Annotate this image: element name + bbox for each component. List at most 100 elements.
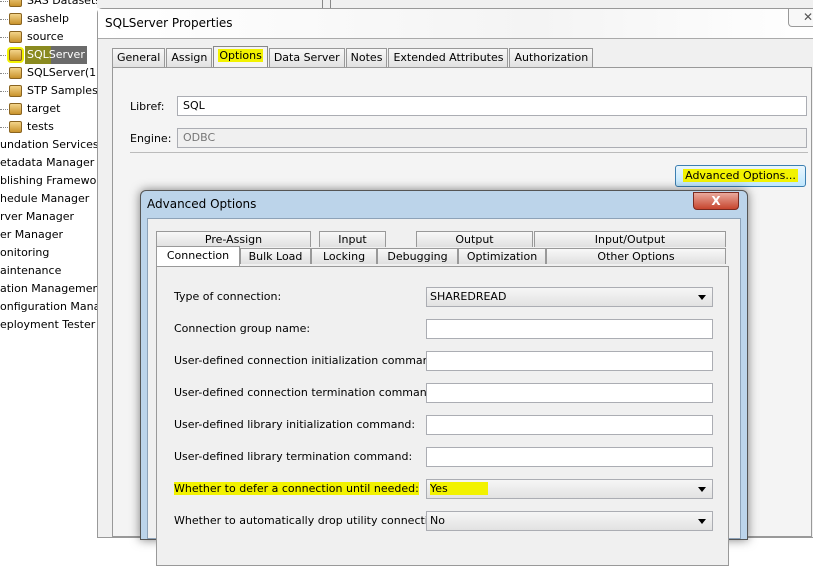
library-icon — [9, 31, 22, 43]
tree-item[interactable]: blishing Framework — [0, 172, 97, 190]
option-input[interactable] — [426, 383, 713, 403]
tab-connection[interactable]: Connection — [156, 246, 240, 266]
tab-general[interactable]: General — [112, 48, 166, 68]
option-value: Yes — [430, 482, 488, 495]
option-dropdown[interactable]: SHAREDREAD — [426, 287, 713, 307]
tree-item-label: source — [27, 30, 64, 43]
tab-label: Extended Attributes — [393, 51, 504, 64]
tree-item[interactable]: SQLServer — [0, 46, 97, 64]
close-icon[interactable]: ✕ — [788, 9, 813, 27]
tree-item[interactable]: rver Manager — [0, 208, 97, 226]
advanced-options-button[interactable]: Advanced Options... — [675, 165, 806, 187]
properties-tabs: General Assign Options Data Server Notes Exte… — [112, 46, 594, 68]
tree-item-label: onitoring — [0, 246, 50, 259]
library-icon — [9, 67, 22, 79]
tab-extended-attributes[interactable]: Extended Attributes — [388, 48, 509, 68]
tab-bulk-load[interactable]: Bulk Load — [240, 248, 311, 264]
tree-connector — [0, 109, 8, 110]
tab-notes[interactable]: Notes — [345, 48, 388, 68]
background-strip — [97, 0, 813, 8]
tab-label: Assign — [171, 51, 208, 64]
tree-item[interactable]: tests — [0, 118, 97, 136]
option-label: Whether to defer a connection until need… — [174, 482, 419, 495]
chevron-down-icon — [698, 295, 706, 300]
option-label: Whether to automatically drop utility co… — [174, 514, 452, 527]
libref-input[interactable]: SQL — [177, 96, 807, 116]
engine-label: Engine: — [130, 132, 172, 145]
library-icon — [9, 103, 22, 115]
tree-item-label: SAS Datasets(1) — [27, 0, 97, 7]
tree-item-label: SQLServer(1) — [27, 66, 97, 79]
tree-item[interactable]: target — [0, 100, 97, 118]
tree-item-label: ation Management — [0, 282, 97, 295]
tree-item[interactable]: source — [0, 28, 97, 46]
option-label: User-defined library termination command… — [174, 450, 413, 463]
advanced-options-label: Advanced Options... — [683, 169, 798, 182]
option-dropdown[interactable]: Yes — [426, 479, 713, 499]
library-icon — [9, 0, 22, 7]
tree-item-label: SQLServer — [25, 46, 87, 64]
tree-item[interactable]: aintenance — [0, 262, 97, 280]
tree-item-label: rver Manager — [0, 210, 75, 223]
tree-item-label: STP Samples — [27, 84, 97, 97]
tree-item[interactable]: ation Management — [0, 280, 97, 298]
tab-other-options[interactable]: Other Options — [546, 248, 726, 264]
tree-item[interactable]: eployment Tester — [0, 316, 97, 334]
tab-locking[interactable]: Locking — [311, 248, 377, 264]
tab-optimization[interactable]: Optimization — [458, 248, 546, 264]
tree-item-label: aintenance — [0, 264, 62, 277]
tree-item[interactable]: hedule Manager — [0, 190, 97, 208]
library-icon — [9, 13, 22, 25]
option-input[interactable] — [426, 319, 713, 339]
tree-item-label: target — [27, 102, 61, 115]
option-label: User-defined connection initialization c… — [174, 354, 441, 367]
option-input[interactable] — [426, 415, 713, 435]
tree-item-label: onfiguration Manager — [0, 300, 97, 313]
libref-label: Libref: — [130, 100, 165, 113]
metadata-tree: SAS Datasets(1) sashelp source SQLServer SQL… — [0, 0, 97, 524]
tree-item[interactable]: onitoring — [0, 244, 97, 262]
tab-pre-assign[interactable]: Pre-Assign — [156, 231, 311, 247]
tree-item-label: eployment Tester — [0, 318, 96, 331]
tab-options[interactable]: Options — [213, 46, 268, 68]
option-input[interactable] — [426, 447, 713, 467]
tree-connector — [0, 1, 8, 2]
tree-item-label: undation Services M — [0, 138, 97, 151]
tree-item[interactable]: er Manager — [0, 226, 97, 244]
chevron-down-icon — [698, 519, 706, 524]
tab-output[interactable]: Output — [416, 231, 533, 247]
tree-item[interactable]: onfiguration Manager — [0, 298, 97, 316]
tree-item[interactable]: etadata Manager — [0, 154, 97, 172]
tree-item-label: tests — [27, 120, 54, 133]
tree-item[interactable]: undation Services M — [0, 136, 97, 154]
option-input[interactable] — [426, 351, 713, 371]
tab-data-server[interactable]: Data Server — [268, 48, 345, 68]
tree-item-label: sashelp — [27, 12, 69, 25]
tab-label: Notes — [350, 51, 383, 64]
tab-debugging[interactable]: Debugging — [377, 248, 458, 264]
option-dropdown[interactable]: No — [426, 511, 713, 531]
tree-item-label: er Manager — [0, 228, 64, 241]
dialog-title: Advanced Options — [147, 197, 257, 211]
tree-connector — [0, 55, 8, 56]
tree-item-label: hedule Manager — [0, 192, 90, 205]
tree-item[interactable]: sashelp — [0, 10, 97, 28]
tab-authorization[interactable]: Authorization — [509, 48, 594, 68]
tree-item[interactable]: SAS Datasets(1) — [0, 0, 97, 10]
tree-item[interactable]: STP Samples — [0, 82, 97, 100]
library-icon — [9, 121, 22, 133]
dialog-title: SQLServer Properties — [98, 9, 813, 39]
tree-connector — [0, 127, 8, 128]
tree-item-label: blishing Framework — [0, 174, 97, 187]
close-button[interactable]: X — [693, 192, 739, 210]
tree-connector — [0, 37, 8, 38]
tree-item-label: etadata Manager — [0, 156, 95, 169]
connection-panel: Type of connection: SHAREDREAD Connection … — [156, 266, 729, 566]
option-value: No — [430, 514, 445, 527]
option-label: User-defined library initialization comm… — [174, 418, 416, 431]
tab-input[interactable]: Input — [319, 231, 386, 247]
tree-item[interactable]: SQLServer(1) — [0, 64, 97, 82]
tab-assign[interactable]: Assign — [166, 48, 213, 68]
tab-input-output[interactable]: Input/Output — [534, 231, 726, 247]
option-value: SHAREDREAD — [430, 290, 507, 303]
